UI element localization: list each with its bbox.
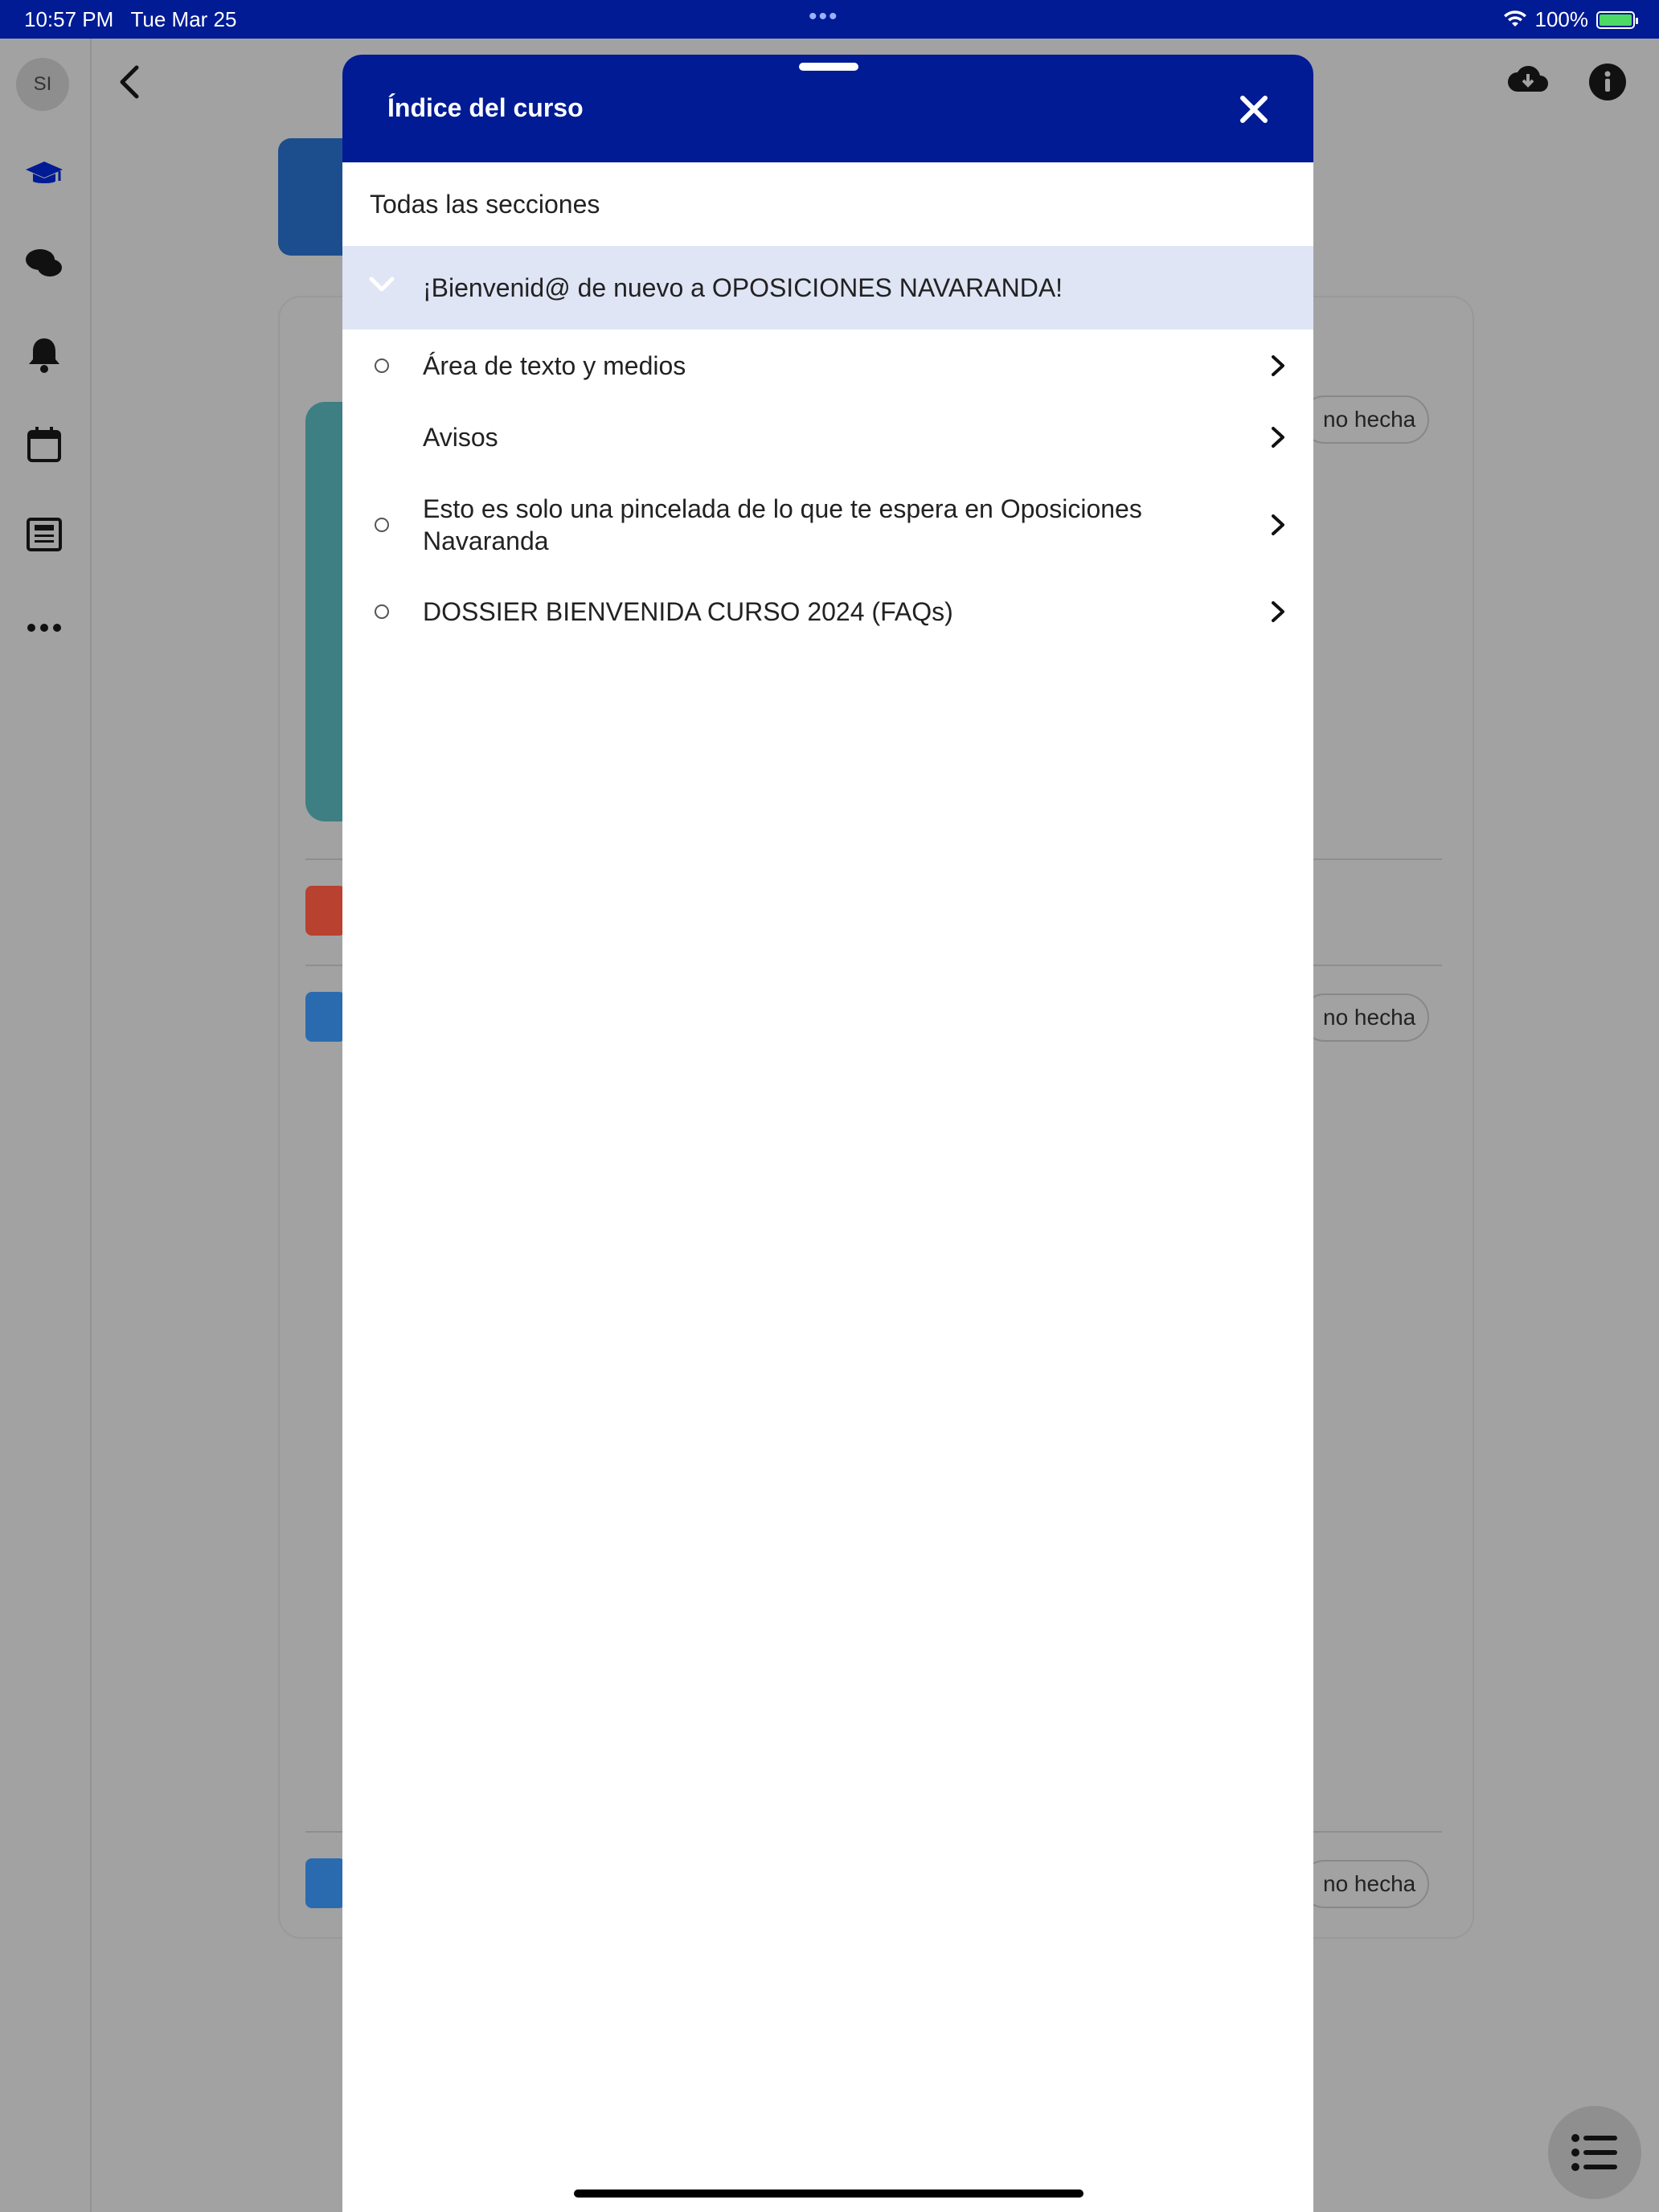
list-icon xyxy=(1571,2134,1617,2171)
list-item-label: Esto es solo una pincelada de lo que te … xyxy=(423,494,1142,555)
more-icon[interactable] xyxy=(24,608,64,648)
home-indicator[interactable] xyxy=(574,2189,1083,2198)
messages-icon[interactable] xyxy=(24,244,64,285)
pdf-icon xyxy=(305,1858,346,1908)
sheet-header: Índice del curso xyxy=(342,55,1313,162)
wifi-icon xyxy=(1503,10,1526,27)
status-time: 10:57 PM Tue Mar 25 xyxy=(24,7,237,31)
list-item[interactable]: Esto es solo una pincelada de lo que te … xyxy=(342,473,1313,577)
incomplete-circle-icon xyxy=(375,518,389,532)
close-button[interactable] xyxy=(1236,92,1272,127)
chevron-right-icon xyxy=(1272,601,1284,622)
forum-icon xyxy=(305,886,346,936)
activity-icon xyxy=(305,992,346,1042)
list-item[interactable]: DOSSIER BIENVENIDA CURSO 2024 (FAQs) xyxy=(342,577,1313,646)
chevron-right-icon xyxy=(1272,355,1284,376)
list-item-label: DOSSIER BIENVENIDA CURSO 2024 (FAQs) xyxy=(423,596,953,626)
close-icon xyxy=(1240,96,1268,123)
calendar-icon[interactable] xyxy=(24,424,64,465)
list-item[interactable]: Avisos xyxy=(342,402,1313,473)
news-icon[interactable] xyxy=(24,514,64,555)
chevron-right-icon xyxy=(1272,427,1284,448)
section-title: ¡Bienvenid@ de nuevo a OPOSICIONES NAVAR… xyxy=(423,272,1063,302)
multitasking-dots-icon[interactable]: ••• xyxy=(809,3,839,31)
section-header[interactable]: ¡Bienvenid@ de nuevo a OPOSICIONES NAVAR… xyxy=(342,246,1313,330)
courses-icon[interactable] xyxy=(24,154,64,195)
sheet-title: Índice del curso xyxy=(387,93,584,122)
chevron-right-icon xyxy=(1272,514,1284,535)
all-sections-item[interactable]: Todas las secciones xyxy=(342,162,1313,246)
info-icon[interactable] xyxy=(1588,63,1627,101)
battery-icon xyxy=(1596,10,1638,29)
list-item[interactable]: Área de texto y medios xyxy=(342,330,1313,402)
avatar[interactable]: SI xyxy=(16,58,69,111)
notifications-bell-icon[interactable] xyxy=(24,334,64,375)
cloud-download-icon[interactable] xyxy=(1506,63,1550,95)
completion-button[interactable]: no hecha xyxy=(1301,1860,1429,1908)
back-chevron-icon[interactable] xyxy=(117,64,140,104)
sheet-grabber[interactable] xyxy=(799,63,858,71)
list-item-label: Área de texto y medios xyxy=(423,350,686,380)
incomplete-circle-icon xyxy=(375,604,389,619)
completion-button[interactable]: no hecha xyxy=(1301,395,1429,444)
incomplete-circle-icon xyxy=(375,358,389,373)
status-bar: 10:57 PM Tue Mar 25 ••• 100% xyxy=(0,0,1659,39)
chevron-down-icon[interactable] xyxy=(368,275,395,294)
battery-percent: 100% xyxy=(1534,7,1589,31)
list-item-label: Avisos xyxy=(423,422,498,452)
course-index-button[interactable] xyxy=(1548,2106,1641,2199)
course-index-sheet: Índice del curso Todas las secciones ¡Bi… xyxy=(342,55,1313,2212)
completion-button[interactable]: no hecha xyxy=(1301,993,1429,1042)
